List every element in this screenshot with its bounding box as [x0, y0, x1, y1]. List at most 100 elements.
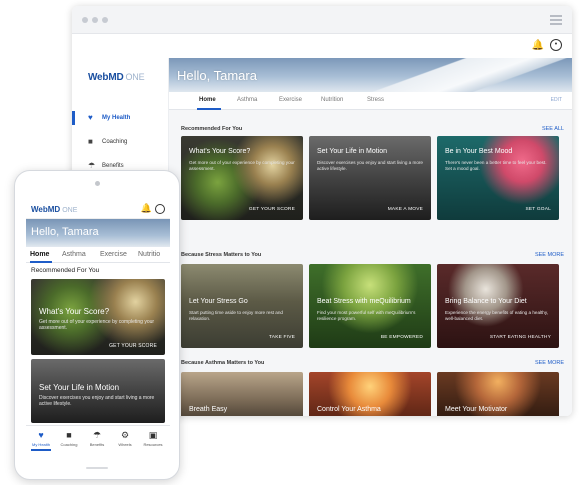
user-icon[interactable]: [155, 204, 165, 214]
camera-icon: [95, 181, 100, 186]
sidebar-item-label: Coaching: [102, 139, 128, 145]
card-title: Let Your Stress Go: [189, 298, 248, 305]
hero-banner: Hello, Tamara: [26, 219, 170, 247]
edit-tabs-link[interactable]: EDIT: [551, 97, 562, 103]
home-indicator[interactable]: [86, 467, 108, 469]
main-content: Hello, Tamara Home Asthma Exercise Nutri…: [169, 58, 572, 416]
recommendation-card[interactable]: Bring Balance to Your Diet Experience th…: [437, 264, 559, 348]
sidebar-item-benefits[interactable]: ☂ Benefits: [88, 162, 124, 170]
tab-stress[interactable]: Stress: [367, 97, 384, 103]
card-title: Be in Your Best Mood: [445, 148, 513, 155]
card-description: Experience the energy benefits of eating…: [445, 310, 549, 321]
nav-item-my-health[interactable]: ♥ My Health: [28, 430, 54, 451]
tab-active-underline: [30, 261, 52, 263]
heart-icon: ♥: [88, 113, 93, 122]
card-title: What's Your Score?: [39, 307, 110, 316]
nav-item-wheels[interactable]: ⚙ Wheels: [112, 430, 138, 447]
card-description: Start putting time aside to enjoy more r…: [189, 310, 283, 321]
topic-tabs: Home Asthma Exercise Nutrition Stress ED…: [169, 92, 572, 110]
recommendation-card[interactable]: Set Your Life in Motion Discover exercis…: [31, 359, 165, 423]
tab-home[interactable]: Home: [30, 251, 49, 258]
card-description: There's never been a better time to feel…: [445, 160, 547, 171]
greeting: Hello, Tamara: [177, 68, 257, 83]
recommendation-card[interactable]: Meet Your Motivator: [437, 372, 559, 416]
tab-home[interactable]: Home: [199, 97, 216, 103]
see-more-link[interactable]: SEE MORE: [535, 360, 564, 366]
card-description: Get more out of your experience by compl…: [189, 160, 295, 171]
greeting: Hello, Tamara: [31, 226, 99, 238]
card-cta-link[interactable]: GET YOUR SCORE: [109, 343, 157, 349]
webmd-one-logo[interactable]: WebMD ONE: [31, 205, 77, 214]
recommendation-card[interactable]: Let Your Stress Go Start putting time as…: [181, 264, 303, 348]
card-description: Discover exercises you enjoy and start l…: [317, 160, 423, 171]
tab-asthma[interactable]: Asthma: [62, 251, 86, 258]
recommendation-card[interactable]: Control Your Asthma: [309, 372, 431, 416]
card-cta-link[interactable]: BE EMPOWERED: [381, 335, 423, 340]
sidebar-active-indicator: [72, 111, 75, 125]
window-dot-icon[interactable]: [82, 17, 88, 23]
card-cta-link[interactable]: TAKE FIVE: [269, 335, 295, 340]
nav-item-label: Resources: [143, 442, 163, 447]
user-icon[interactable]: •: [550, 39, 562, 51]
umbrella-icon: ☂: [92, 430, 102, 440]
card-title: What's Your Score?: [189, 148, 251, 155]
app-header: 🔔 •: [72, 34, 572, 58]
tab-exercise[interactable]: Exercise: [279, 97, 302, 103]
browser-title-bar: [72, 6, 572, 34]
recommendation-card[interactable]: What's Your Score? Get more out of your …: [31, 279, 165, 355]
nav-item-coaching[interactable]: ■ Coaching: [56, 430, 82, 447]
window-dot-icon[interactable]: [92, 17, 98, 23]
chat-icon: ■: [88, 137, 93, 146]
section-title: Because Stress Matters to You: [181, 252, 262, 258]
nav-item-label: Benefits: [89, 442, 105, 447]
bell-icon[interactable]: 🔔: [141, 203, 152, 214]
nav-item-label: My Health: [31, 442, 50, 447]
nav-item-label: Coaching: [60, 442, 78, 447]
tab-nutrition[interactable]: Nutritio: [138, 251, 160, 258]
bell-icon[interactable]: 🔔: [532, 40, 544, 51]
card-description: Discover exercises you enjoy and start l…: [39, 395, 155, 408]
recommendation-card[interactable]: What's Your Score? Get more out of your …: [181, 136, 303, 220]
tab-active-underline: [197, 108, 221, 110]
book-icon: ▣: [148, 430, 158, 440]
webmd-one-logo[interactable]: WebMD ONE: [88, 72, 145, 83]
see-more-link[interactable]: SEE MORE: [535, 252, 564, 258]
hero-banner: Hello, Tamara: [169, 58, 572, 92]
nav-item-benefits[interactable]: ☂ Benefits: [84, 430, 110, 447]
card-cta-link[interactable]: MAKE A MOVE: [388, 207, 423, 212]
sidebar-item-coaching[interactable]: ■ Coaching: [88, 138, 127, 146]
hamburger-menu-icon[interactable]: [550, 15, 562, 25]
nav-item-resources[interactable]: ▣ Resources: [140, 430, 166, 447]
card-title: Set Your Life in Motion: [39, 383, 120, 392]
tab-asthma[interactable]: Asthma: [237, 97, 257, 103]
recommendation-card[interactable]: Beat Stress with meQuilibrium Find your …: [309, 264, 431, 348]
phone-screen: WebMD ONE 🔔 Hello, Tamara Home Asthma Exe…: [26, 199, 170, 453]
window-dot-icon[interactable]: [102, 17, 108, 23]
recommendation-card[interactable]: Set Your Life in Motion Discover exercis…: [309, 136, 431, 220]
card-cta-link[interactable]: SET GOAL: [525, 207, 551, 212]
tab-nutrition[interactable]: Nutrition: [321, 97, 343, 103]
sidebar-item-label: Benefits: [102, 163, 124, 169]
recommendation-card[interactable]: Breath Easy: [181, 372, 303, 416]
section-title: Because Asthma Matters to You: [181, 360, 265, 366]
card-cta-link[interactable]: START EATING HEALTHY: [490, 335, 551, 340]
card-title: Meet Your Motivator: [445, 406, 508, 413]
sidebar-item-label: My Health: [102, 115, 131, 121]
card-title: Bring Balance to Your Diet: [445, 298, 527, 305]
sidebar-item-my-health[interactable]: ♥ My Health: [88, 114, 130, 122]
recommendation-card[interactable]: Be in Your Best Mood There's never been …: [437, 136, 559, 220]
gear-icon: ⚙: [120, 430, 130, 440]
card-description: Get more out of your experience by compl…: [39, 319, 155, 332]
phone-header: WebMD ONE 🔔: [26, 199, 170, 219]
heart-icon: ♥: [38, 430, 44, 440]
card-cta-link[interactable]: GET YOUR SCORE: [249, 207, 295, 212]
bottom-navigation: ♥ My Health ■ Coaching ☂ Benefits ⚙ Whee…: [26, 425, 170, 453]
umbrella-icon: ☂: [88, 161, 96, 170]
mountain-image: [330, 58, 572, 92]
topic-tabs: Home Asthma Exercise Nutritio: [26, 247, 170, 263]
see-all-link[interactable]: SEE ALL: [542, 126, 564, 132]
mobile-phone: WebMD ONE 🔔 Hello, Tamara Home Asthma Exe…: [14, 170, 180, 480]
tab-exercise[interactable]: Exercise: [100, 251, 127, 258]
chat-icon: ■: [66, 430, 72, 440]
nav-item-label: Wheels: [118, 442, 132, 447]
